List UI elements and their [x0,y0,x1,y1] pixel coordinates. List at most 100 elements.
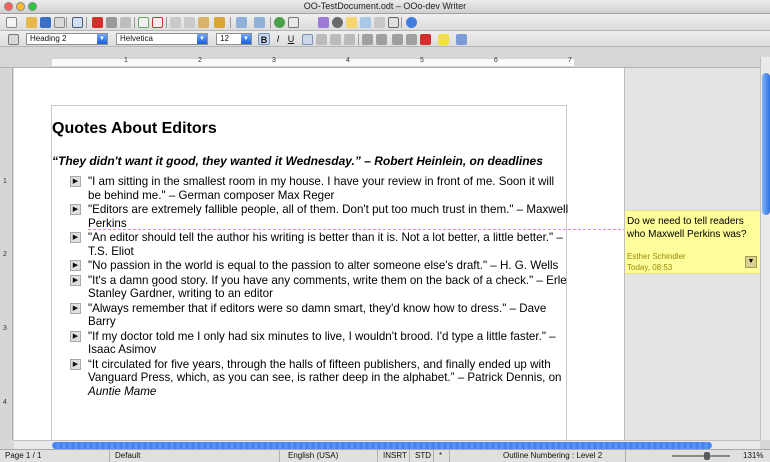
quote-text: "Editors are extremely fallible people, … [88,203,569,230]
quote-text: "An editor should tell the author his wr… [88,231,563,258]
minimize-window-button[interactable] [16,2,25,11]
spellcheck-icon[interactable] [138,17,149,28]
print-preview-icon[interactable] [120,17,131,28]
comments-sidebar: Do we need to tell readers who Maxwell P… [624,68,761,440]
horizontal-scrollbar[interactable] [14,440,760,449]
clone-formatting-icon[interactable] [214,17,225,28]
paragraph-style-value: Heading 2 [30,34,67,43]
document-canvas[interactable]: Quotes About Editors “They didn't want i… [14,68,624,440]
copy-icon[interactable] [184,17,195,28]
table-icon[interactable] [288,17,299,28]
list-item: ▶ "It's a damn good story. If you have an… [70,274,570,301]
quote-text: "No passion in the world is equal to the… [88,259,559,272]
decrease-indent-icon[interactable] [392,34,403,45]
font-name-value: Helvetica [120,34,153,43]
redo-icon[interactable] [254,17,265,28]
list-item: ▶ "If my doctor told me I only had six mi… [70,330,570,357]
show-draw-functions-icon[interactable] [318,17,329,28]
insert-mode[interactable]: INSRT [380,450,410,462]
vertical-ruler[interactable]: 1 2 3 4 [0,68,13,440]
zoom-handle[interactable] [704,452,710,460]
paste-icon[interactable] [198,17,209,28]
page-indicator[interactable]: Page 1 / 1 [2,450,110,462]
close-window-button[interactable] [4,2,13,11]
chevron-down-icon[interactable]: ▼ [197,34,207,44]
lead-quote: “They didn't want it good, they wanted i… [52,154,543,168]
print-icon[interactable] [106,17,117,28]
styles-formatting-icon[interactable] [8,34,19,45]
standard-toolbar [0,14,770,31]
bold-button[interactable]: B [258,33,270,45]
list-item: ▶ "I am sitting in the smallest room in m… [70,175,570,202]
background-color-icon[interactable] [456,34,467,45]
font-name-select[interactable]: Helvetica ▼ [116,33,208,45]
cut-icon[interactable] [170,17,181,28]
help-icon[interactable] [406,17,417,28]
hyperlink-icon[interactable] [274,17,285,28]
new-document-icon[interactable] [6,17,17,28]
toolbar-separator [230,17,231,28]
navigator-icon[interactable] [346,17,357,28]
chevron-down-icon[interactable]: ▼ [241,34,251,44]
numbering-icon[interactable] [362,34,373,45]
align-right-icon[interactable] [330,34,341,45]
open-folder-icon[interactable] [26,17,37,28]
font-size-select[interactable]: 12 ▼ [216,33,252,45]
horizontal-scroll-thumb[interactable] [52,442,712,449]
zoom-slider[interactable] [664,450,738,462]
increase-indent-icon[interactable] [406,34,417,45]
window-title: OO-TestDocument.odt – OOo-dev Writer [303,1,467,11]
list-item: ▶ "No passion in the world is equal to th… [70,259,570,273]
status-bar: Page 1 / 1 Default English (USA) INSRT S… [0,449,770,462]
outline-numbering: Outline Numbering : Level 2 [500,450,626,462]
undo-icon[interactable] [236,17,247,28]
vertical-scroll-thumb[interactable] [762,73,770,215]
chevron-down-icon[interactable]: ▼ [745,256,757,268]
underline-button[interactable]: U [285,33,297,45]
document-modified: * [436,450,450,462]
document-heading: Quotes About Editors [52,120,217,137]
bullets-icon[interactable] [376,34,387,45]
zoom-window-button[interactable] [28,2,37,11]
language-indicator[interactable]: English (USA) [282,450,378,462]
save-icon[interactable] [40,17,51,28]
highlighting-icon[interactable] [438,34,449,45]
page-style[interactable]: Default [112,450,280,462]
quote-text: "It's a damn good story. If you have any… [88,273,567,301]
book-title: Auntie Mame [88,384,157,398]
justify-icon[interactable] [344,34,355,45]
zoom-level[interactable]: 131% [740,450,770,462]
edit-file-icon[interactable] [72,17,83,28]
italic-button[interactable]: I [272,33,284,45]
comment-date: Today, 08:53 [627,263,673,272]
horizontal-ruler[interactable]: 1 2 3 4 5 6 7 [0,57,770,68]
export-pdf-icon[interactable] [92,17,103,28]
toolbar-separator [358,34,359,45]
find-replace-icon[interactable] [332,17,343,28]
vruler-number: 4 [3,399,7,406]
chevron-down-icon[interactable]: ▼ [97,34,107,44]
autospellcheck-icon[interactable] [152,17,163,28]
selection-mode[interactable]: STD [412,450,434,462]
font-color-icon[interactable] [420,34,431,45]
align-left-icon[interactable] [302,34,313,45]
toolbar-separator [270,17,271,28]
toolbar-separator [401,17,402,28]
email-icon[interactable] [54,17,65,28]
formatting-marks-icon[interactable] [388,17,399,28]
paragraph-style-select[interactable]: Heading 2 ▼ [26,33,108,45]
list-item: ▶ “It circulated for five years, through … [70,358,570,399]
comment-author: Esther Schindler [627,252,686,261]
align-center-icon[interactable] [316,34,327,45]
comment-text[interactable]: Do we need to tell readers who Maxwell P… [627,215,761,241]
comment-note[interactable]: Do we need to tell readers who Maxwell P… [625,210,761,274]
arrow-bullet-icon: ▶ [70,232,81,243]
vruler-number: 2 [3,251,7,258]
vertical-scrollbar[interactable] [760,57,770,440]
toolbar-separator [134,17,135,28]
data-sources-icon[interactable] [374,17,385,28]
ruler-number: 4 [346,57,350,64]
zoom-track[interactable] [672,455,730,457]
arrow-bullet-icon: ▶ [70,260,81,271]
gallery-icon[interactable] [360,17,371,28]
